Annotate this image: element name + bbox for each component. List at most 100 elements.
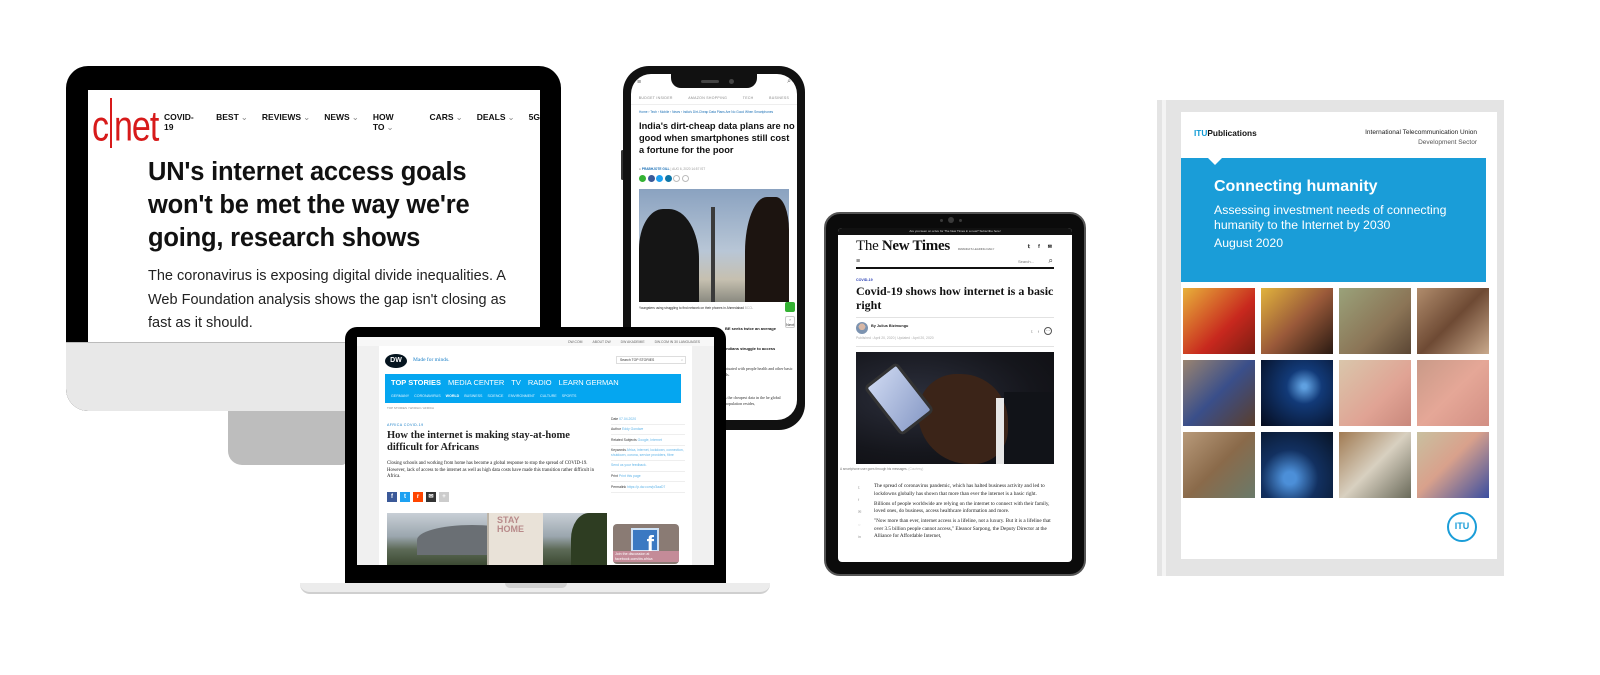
article-photo	[856, 352, 1054, 464]
article-headline: UN's internet access goals won't be met …	[148, 158, 470, 252]
nav-item[interactable]: 5G	[529, 112, 540, 133]
breadcrumb[interactable]: Home › Tech › Mobile › News › India's Di…	[639, 110, 773, 114]
tablet: Are you keen on a live for The New Times…	[824, 212, 1086, 576]
facebook-icon[interactable]: f	[858, 497, 861, 502]
phone-notch	[671, 74, 757, 88]
tab[interactable]: BUDGET INSIDER	[639, 96, 673, 100]
share-buttons: f t r ✉ +	[387, 492, 449, 502]
search-input[interactable]: Search TOP STORIES ⌕	[616, 356, 686, 364]
article-kicker[interactable]: COVID-19	[856, 278, 873, 282]
share-icon[interactable]	[647, 175, 655, 182]
side-share-icons: 𝕥 f ✉ ◌ in	[858, 485, 861, 539]
sub-nav-item[interactable]: CORONAVIRUS	[414, 394, 441, 398]
top-link[interactable]: ABOUT DW	[592, 340, 610, 344]
chevron-down-icon: ⌄	[351, 112, 359, 122]
author-avatar	[856, 322, 868, 334]
sidebar-label: Keywords	[611, 448, 627, 453]
article-photo	[639, 189, 789, 302]
share-icon[interactable]	[639, 175, 646, 182]
twitter-icon[interactable]: 𝕥	[1031, 329, 1033, 334]
tab[interactable]: BUSINESS	[769, 96, 789, 100]
share-icon[interactable]	[664, 175, 672, 182]
sub-nav-item[interactable]: SCIENCE	[487, 394, 503, 398]
email-icon[interactable]: ✉	[858, 509, 861, 514]
menu-icon[interactable]: ≡	[637, 79, 641, 86]
facebook-promo[interactable]: f Join the discussion at facebook.com/dw…	[613, 524, 679, 564]
top-link[interactable]: DW.COM	[568, 340, 582, 344]
photo-tile-woman-red-sari	[1183, 288, 1255, 354]
sidebar-value[interactable]: Eddy Gondwe	[622, 427, 643, 431]
nav-item[interactable]: HOW TO ⌄	[373, 112, 416, 133]
facebook-icon[interactable]: f	[1038, 244, 1040, 250]
nav-item[interactable]: NEWS ⌄	[324, 112, 359, 133]
sub-nav-item[interactable]: GERMANY	[391, 394, 409, 398]
sub-nav-item[interactable]: WORLD	[446, 394, 460, 398]
sidebar-value[interactable]: https://p.dw.com/p/3aaD7	[627, 485, 665, 489]
itu-organization: International Telecommunication Union De…	[1365, 129, 1477, 146]
facebook-icon[interactable]: f	[387, 492, 397, 502]
share-icon[interactable]	[673, 175, 680, 182]
nav-item[interactable]: DEALS ⌄	[477, 112, 515, 133]
search-input[interactable]: Search...	[1018, 259, 1034, 264]
main-nav-item[interactable]: TV	[511, 378, 521, 387]
top-link[interactable]: DW AKADEMIE	[621, 340, 645, 344]
share-icon[interactable]	[656, 175, 663, 182]
article-dek: The coronavirus is exposing digital divi…	[148, 268, 506, 331]
sidebar-value[interactable]: 07.04.2020	[619, 417, 636, 421]
tab[interactable]: AMAZON SHOPPING	[688, 96, 727, 100]
whatsapp-icon[interactable]: ◌	[858, 522, 861, 527]
paragraph: The spread of coronavirus pandemic, whic…	[874, 483, 1045, 497]
publication-spine	[1162, 100, 1166, 576]
tab[interactable]: TECH	[743, 96, 754, 100]
nav-item[interactable]: CARS ⌄	[430, 112, 463, 133]
sidebar-row: Send us your feedback.	[611, 461, 685, 472]
author-name[interactable]: By Julius Bizimungu	[871, 324, 908, 328]
photo-grid	[1183, 288, 1489, 498]
nav-item[interactable]: REVIEWS ⌄	[262, 112, 310, 133]
twitter-icon[interactable]: t	[400, 492, 410, 502]
main-nav-item[interactable]: LEARN GERMAN	[559, 378, 619, 387]
sidebar-value[interactable]: Send us your feedback.	[611, 463, 647, 467]
twitter-icon[interactable]: 𝕥	[1028, 244, 1030, 250]
nav-item[interactable]: BEST ⌄	[216, 112, 248, 133]
twitter-icon[interactable]: 𝕥	[858, 485, 861, 490]
itu-publication-cover: ITUPublications International Telecommun…	[1181, 112, 1497, 559]
plus-icon[interactable]: +	[439, 492, 449, 502]
new-times-page: Are you keen on a live for The New Times…	[838, 228, 1072, 562]
sub-nav-item[interactable]: CULTURE	[540, 394, 557, 398]
menu-icon[interactable]: ≡	[856, 258, 860, 265]
related-link[interactable]: Indians struggle to access	[725, 346, 795, 352]
sub-nav-item[interactable]: BUSINESS	[464, 394, 482, 398]
sub-nav-item[interactable]: ENVIRONMENT	[508, 394, 535, 398]
sidebar-label: Date	[611, 416, 620, 421]
reddit-icon[interactable]: r	[413, 492, 423, 502]
cnet-logo[interactable]: c net	[92, 98, 159, 148]
sidebar-value[interactable]: Google, Internet	[638, 438, 662, 442]
more-icon[interactable]: ⋯	[1044, 327, 1052, 335]
related-link[interactable]: BE seeks twice an average	[725, 326, 795, 332]
sub-nav-item[interactable]: SPORTS	[562, 394, 577, 398]
breadcrumb[interactable]: TOP STORIES / WORLD / AFRICA	[387, 406, 434, 410]
search-icon[interactable]: ⌕	[787, 78, 791, 86]
search-icon[interactable]: ⌕	[1049, 256, 1053, 266]
share-icon[interactable]	[681, 175, 689, 182]
share-buttons	[639, 175, 689, 182]
main-nav-item[interactable]: RADIO	[528, 378, 552, 387]
linkedin-icon[interactable]: in	[858, 534, 861, 539]
subscribe-banner[interactable]: Are you keen on a live for The New Times…	[838, 228, 1072, 235]
search-icon[interactable]: ⌕	[681, 357, 683, 364]
sidebar-value[interactable]: Print this page	[619, 474, 641, 478]
main-nav-item[interactable]: TOP STORIES	[391, 378, 441, 387]
facebook-icon[interactable]: f	[1038, 329, 1039, 334]
nav-item[interactable]: COVID-19	[164, 112, 202, 133]
email-icon[interactable]: ✉	[1048, 244, 1052, 250]
top-link[interactable]: DW.COM IN 30 LANGUAGES	[655, 340, 700, 344]
whatsapp-share-button[interactable]	[785, 302, 795, 312]
photo-caption: A smartphone user goes through his messa…	[840, 467, 924, 471]
photo-tile-man-pink-shirt	[1339, 360, 1411, 426]
photo-tile-woman-blue-headscarf	[1183, 360, 1255, 426]
dw-logo[interactable]: DW	[385, 354, 407, 368]
main-nav-item[interactable]: MEDIA CENTER	[448, 378, 504, 387]
email-icon[interactable]: ✉	[426, 492, 436, 502]
new-times-logo[interactable]: The New Times	[856, 238, 950, 255]
